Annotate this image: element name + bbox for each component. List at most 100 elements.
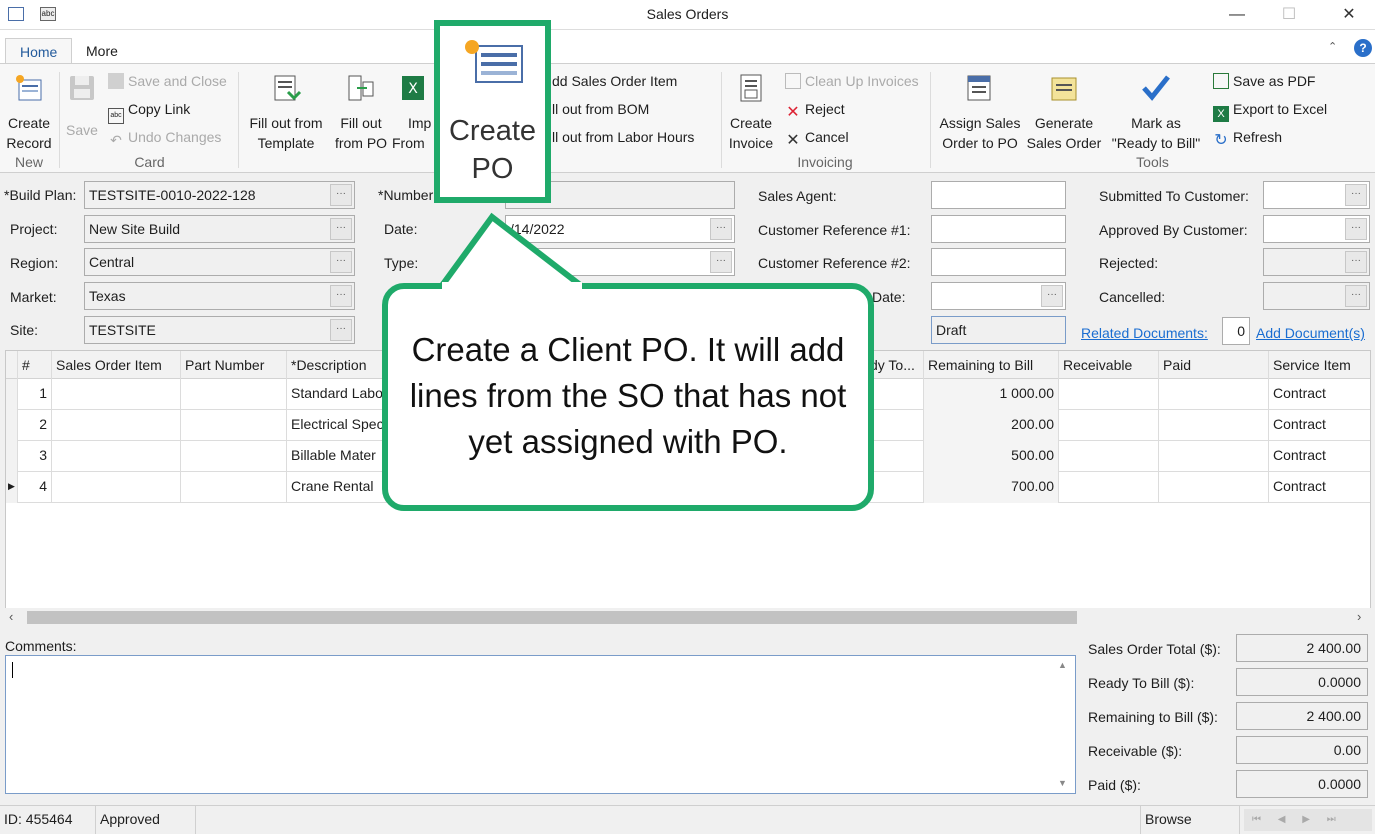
excel-icon: X bbox=[1213, 106, 1229, 122]
col-header-part-number[interactable]: Part Number bbox=[181, 351, 287, 379]
scroll-right-icon[interactable]: › bbox=[1357, 609, 1361, 624]
region-lookup-button[interactable]: ··· bbox=[330, 251, 352, 273]
import-button[interactable]: X Imp From bbox=[392, 72, 436, 153]
create-record-button[interactable]: Create Record bbox=[3, 72, 55, 153]
date-picker-button[interactable]: ··· bbox=[710, 218, 732, 240]
cell-part-number[interactable] bbox=[181, 441, 287, 472]
generate-sales-order-button[interactable]: Generate Sales Order bbox=[1024, 72, 1104, 153]
create-po-button-highlight[interactable]: Create PO bbox=[434, 20, 551, 203]
cell-receivable[interactable] bbox=[1059, 472, 1159, 503]
cell-part-number[interactable] bbox=[181, 410, 287, 441]
cell-receivable[interactable] bbox=[1059, 441, 1159, 472]
assign-sales-order-to-po-button[interactable]: Assign Sales Order to PO bbox=[935, 72, 1025, 153]
build-plan-lookup-button[interactable]: ··· bbox=[330, 184, 352, 206]
col-header-service-item[interactable]: Service Item bbox=[1269, 351, 1370, 379]
cell-sales-order-item[interactable] bbox=[52, 410, 181, 441]
status-field[interactable]: Draft bbox=[931, 316, 1066, 344]
receivable-label: Receivable ($): bbox=[1088, 743, 1183, 759]
type-lookup-button[interactable]: ··· bbox=[710, 251, 732, 273]
collapse-ribbon-icon[interactable]: ⌃ bbox=[1328, 40, 1337, 53]
due-date-field[interactable]: ··· bbox=[931, 282, 1066, 310]
grid-horizontal-scrollbar[interactable]: ‹ › bbox=[5, 608, 1371, 627]
cell-remaining-to-bill[interactable]: 500.00 bbox=[924, 441, 1059, 472]
reject-button[interactable]: ✕ Reject bbox=[785, 98, 844, 121]
cancelled-field[interactable]: ··· bbox=[1263, 282, 1370, 310]
create-invoice-button[interactable]: Create Invoice bbox=[725, 72, 777, 153]
cell-service-item[interactable]: Contract bbox=[1269, 379, 1370, 410]
scroll-left-icon[interactable]: ‹ bbox=[9, 609, 13, 624]
cell-service-item[interactable]: Contract bbox=[1269, 472, 1370, 503]
col-header-paid[interactable]: Paid bbox=[1159, 351, 1269, 379]
tab-home[interactable]: Home bbox=[5, 38, 73, 64]
cell-part-number[interactable] bbox=[181, 379, 287, 410]
cell-sales-order-item[interactable] bbox=[52, 379, 181, 410]
close-button[interactable]: ✕ bbox=[1326, 0, 1372, 30]
cell-paid[interactable] bbox=[1159, 472, 1269, 503]
fill-from-template-button[interactable]: Fill out from Template bbox=[244, 72, 328, 153]
cell-paid[interactable] bbox=[1159, 441, 1269, 472]
add-sales-order-item-button[interactable]: dd Sales Order Item bbox=[552, 70, 677, 92]
add-documents-link[interactable]: Add Document(s) bbox=[1256, 325, 1365, 341]
cell-part-number[interactable] bbox=[181, 472, 287, 503]
customer-ref1-field[interactable] bbox=[931, 215, 1066, 243]
customer-ref2-field[interactable] bbox=[931, 248, 1066, 276]
project-lookup-button[interactable]: ··· bbox=[330, 218, 352, 240]
cell-remaining-to-bill[interactable]: 200.00 bbox=[924, 410, 1059, 441]
cell-paid[interactable] bbox=[1159, 379, 1269, 410]
cancel-button[interactable]: ✕ Cancel bbox=[785, 126, 848, 149]
cell-remaining-to-bill[interactable]: 700.00 bbox=[924, 472, 1059, 503]
save-and-close-button[interactable]: Save and Close bbox=[108, 70, 227, 92]
submitted-field[interactable]: ··· bbox=[1263, 181, 1370, 209]
cell-service-item[interactable]: Contract bbox=[1269, 441, 1370, 472]
scroll-up-icon[interactable]: ▲ bbox=[1058, 660, 1067, 670]
cell-sales-order-item[interactable] bbox=[52, 441, 181, 472]
copy-link-button[interactable]: abc Copy Link bbox=[108, 98, 190, 124]
col-header-sales-order-item[interactable]: Sales Order Item bbox=[52, 351, 181, 379]
region-field[interactable]: Central ··· bbox=[84, 248, 355, 276]
refresh-button[interactable]: ↻ Refresh bbox=[1213, 126, 1282, 149]
cell-receivable[interactable] bbox=[1059, 410, 1159, 441]
cell-paid[interactable] bbox=[1159, 410, 1269, 441]
clean-up-invoices-button[interactable]: Clean Up Invoices bbox=[785, 70, 919, 92]
save-button[interactable]: Save bbox=[62, 72, 102, 140]
maximize-button[interactable]: ☐ bbox=[1266, 0, 1312, 30]
export-to-excel-button[interactable]: X Export to Excel bbox=[1213, 98, 1327, 122]
scroll-down-icon[interactable]: ▼ bbox=[1058, 778, 1067, 788]
minimize-button[interactable]: — bbox=[1214, 0, 1260, 30]
approved-picker-button[interactable]: ··· bbox=[1345, 218, 1367, 240]
mark-ready-to-bill-button[interactable]: Mark as "Ready to Bill" bbox=[1106, 72, 1206, 153]
cancelled-picker-button[interactable]: ··· bbox=[1345, 285, 1367, 307]
col-header-remaining-to-bill[interactable]: Remaining to Bill bbox=[924, 351, 1059, 379]
create-record-label-2: Record bbox=[6, 135, 52, 151]
fill-from-bom-button[interactable]: ll out from BOM bbox=[552, 98, 649, 120]
build-plan-field[interactable]: TESTSITE-0010-2022-128 ··· bbox=[84, 181, 355, 209]
rejected-picker-button[interactable]: ··· bbox=[1345, 251, 1367, 273]
create-invoice-label-2: Invoice bbox=[728, 135, 774, 151]
cell-sales-order-item[interactable] bbox=[52, 472, 181, 503]
site-field[interactable]: TESTSITE ··· bbox=[84, 316, 355, 344]
record-navigation[interactable]: ⏮ ◀ ▶ ⏭ bbox=[1244, 809, 1372, 831]
help-icon[interactable]: ? bbox=[1354, 39, 1372, 57]
market-lookup-button[interactable]: ··· bbox=[330, 285, 352, 307]
market-field[interactable]: Texas ··· bbox=[84, 282, 355, 310]
rejected-field[interactable]: ··· bbox=[1263, 248, 1370, 276]
cell-receivable[interactable] bbox=[1059, 379, 1159, 410]
site-lookup-button[interactable]: ··· bbox=[330, 319, 352, 341]
due-date-picker-button[interactable]: ··· bbox=[1041, 285, 1063, 307]
scrollbar-thumb[interactable] bbox=[27, 611, 1077, 624]
project-field[interactable]: New Site Build ··· bbox=[84, 215, 355, 243]
save-as-pdf-button[interactable]: Save as PDF bbox=[1213, 70, 1315, 92]
sales-agent-field[interactable] bbox=[931, 181, 1066, 209]
submitted-picker-button[interactable]: ··· bbox=[1345, 184, 1367, 206]
col-header-receivable[interactable]: Receivable bbox=[1059, 351, 1159, 379]
fill-from-labor-hours-button[interactable]: ll out from Labor Hours bbox=[552, 126, 694, 148]
cell-service-item[interactable]: Contract bbox=[1269, 410, 1370, 441]
fill-from-po-button[interactable]: Fill out from PO bbox=[331, 72, 391, 153]
tab-more[interactable]: More bbox=[72, 38, 132, 64]
comments-textarea[interactable]: ▲ ▼ bbox=[5, 655, 1076, 794]
col-header-number[interactable]: # bbox=[18, 351, 52, 379]
approved-field[interactable]: ··· bbox=[1263, 215, 1370, 243]
related-documents-link[interactable]: Related Documents: bbox=[1081, 325, 1208, 341]
cell-remaining-to-bill[interactable]: 1 000.00 bbox=[924, 379, 1059, 410]
undo-changes-button[interactable]: ↶ Undo Changes bbox=[108, 126, 221, 148]
